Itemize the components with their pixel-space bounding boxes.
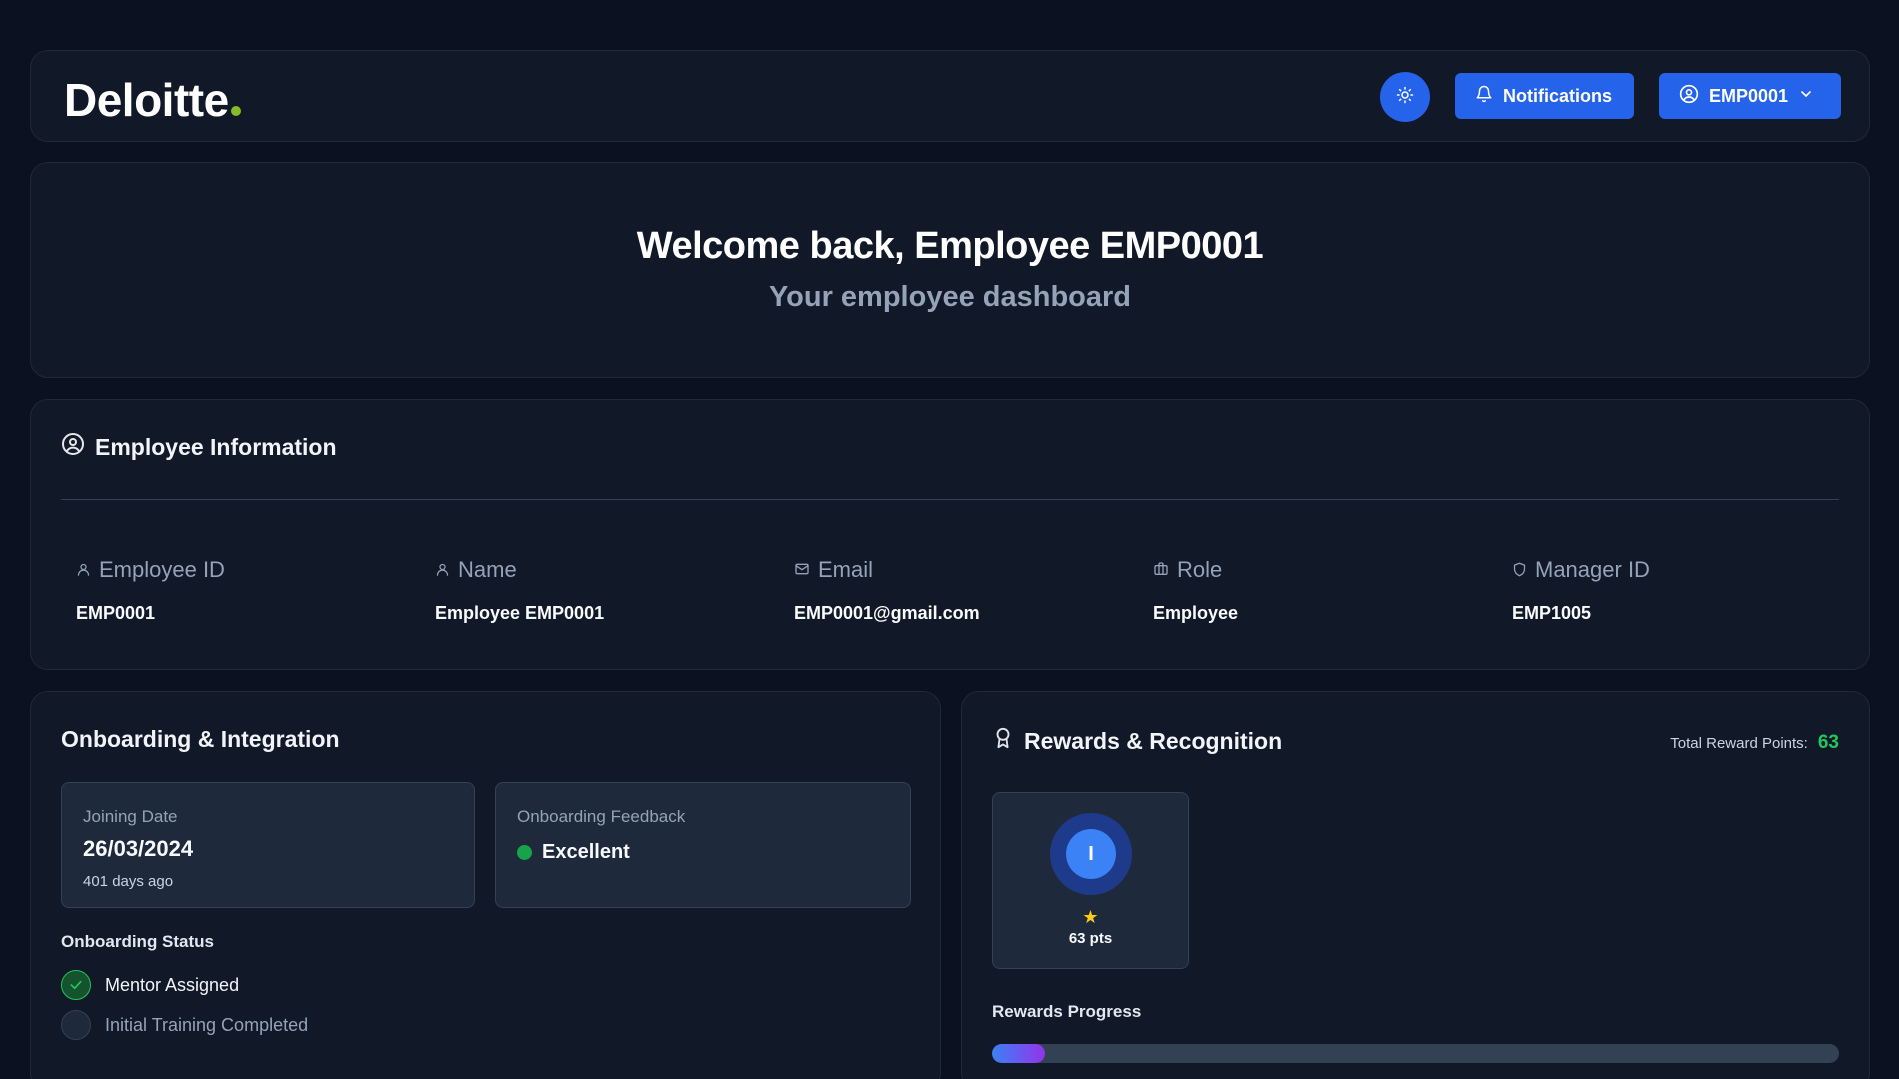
field-value: EMP1005 (1512, 603, 1592, 623)
top-navbar: Deloitte Notifications EMP0001 (30, 50, 1870, 142)
status-item-training: Initial Training Completed (61, 1010, 308, 1040)
field-email: Email EMP0001@gmail.com (794, 557, 980, 624)
badge-points: 63 pts (1068, 930, 1113, 947)
sun-icon (1396, 86, 1414, 109)
onboarding-feedback-card: Onboarding Feedback Excellent (495, 782, 911, 908)
briefcase-icon (1153, 557, 1169, 583)
feedback-value: Excellent (517, 841, 630, 864)
user-circle-icon (61, 432, 85, 462)
welcome-banner: Welcome back, Employee EMP0001 Your empl… (30, 162, 1870, 378)
field-label: Name (458, 557, 517, 582)
welcome-title: Welcome back, Employee EMP0001 (636, 225, 1264, 267)
onboarding-status-title: Onboarding Status (61, 932, 214, 951)
badge-avatar: I (1050, 813, 1132, 895)
user-icon (435, 557, 450, 583)
field-value: Employee EMP0001 (435, 603, 605, 623)
field-role: Role Employee (1153, 557, 1238, 624)
divider (61, 499, 1839, 500)
employee-information-card: Employee Information Employee ID EMP0001… (30, 399, 1870, 670)
field-value: EMP0001 (76, 603, 156, 623)
joining-date-value: 26/03/2024 (83, 836, 194, 861)
bell-icon (1475, 85, 1493, 108)
joining-date-card: Joining Date 26/03/2024 401 days ago (61, 782, 475, 908)
status-item-label: Initial Training Completed (105, 1014, 309, 1035)
status-item-label: Mentor Assigned (105, 974, 240, 995)
rewards-progress-label: Rewards Progress (992, 1002, 1142, 1021)
status-dot-icon (517, 845, 532, 860)
logo-dot (230, 106, 241, 116)
user-menu-button[interactable]: EMP0001 (1659, 73, 1841, 119)
chevron-down-icon (1798, 86, 1814, 107)
shield-icon (1512, 557, 1527, 583)
rewards-heading: Rewards & Recognition (992, 726, 1282, 756)
user-icon (76, 557, 91, 583)
badge-letter: I (1066, 829, 1116, 879)
empty-circle-icon (61, 1010, 91, 1040)
total-reward-points: Total Reward Points: 63 (1670, 732, 1839, 754)
rewards-progress-bar (992, 1044, 1839, 1063)
joining-date-label: Joining Date (83, 807, 178, 826)
onboarding-heading: Onboarding & Integration (61, 726, 340, 752)
rewards-card: Rewards & Recognition Total Reward Point… (961, 691, 1870, 1079)
deloitte-logo[interactable]: Deloitte (64, 73, 241, 127)
field-employee-id: Employee ID EMP0001 (76, 557, 225, 624)
field-label: Employee ID (99, 557, 225, 582)
onboarding-card: Onboarding & Integration Joining Date 26… (30, 691, 941, 1079)
star-icon: ★ (1082, 907, 1099, 927)
user-id-label: EMP0001 (1709, 85, 1789, 106)
check-icon (61, 970, 91, 1000)
total-points-value: 63 (1817, 732, 1839, 753)
field-label: Role (1177, 557, 1223, 582)
award-icon (992, 726, 1014, 756)
field-label: Email (818, 557, 874, 582)
field-name: Name Employee EMP0001 (435, 557, 604, 624)
theme-toggle-button[interactable] (1380, 72, 1430, 122)
joining-days-ago: 401 days ago (83, 873, 174, 890)
notifications-label: Notifications (1503, 85, 1613, 106)
logo-text: Deloitte (64, 74, 229, 126)
field-label: Manager ID (1535, 557, 1650, 582)
feedback-value-text: Excellent (542, 841, 630, 863)
status-item-mentor: Mentor Assigned (61, 970, 239, 1000)
field-value: EMP0001@gmail.com (794, 603, 980, 623)
feedback-label: Onboarding Feedback (517, 807, 686, 826)
field-value: Employee (1153, 603, 1239, 623)
section-title-text: Rewards & Recognition (1024, 727, 1283, 754)
total-points-label: Total Reward Points: (1670, 734, 1808, 752)
notifications-button[interactable]: Notifications (1455, 73, 1634, 119)
welcome-subtitle: Your employee dashboard (768, 281, 1132, 313)
field-manager-id: Manager ID EMP1005 (1512, 557, 1650, 624)
reward-badge-card[interactable]: I ★ 63 pts (992, 792, 1189, 969)
rewards-progress-fill (992, 1044, 1046, 1063)
section-title-text: Employee Information (95, 433, 337, 460)
user-circle-icon (1679, 84, 1699, 109)
mail-icon (794, 557, 810, 583)
employee-information-heading: Employee Information (61, 432, 337, 462)
